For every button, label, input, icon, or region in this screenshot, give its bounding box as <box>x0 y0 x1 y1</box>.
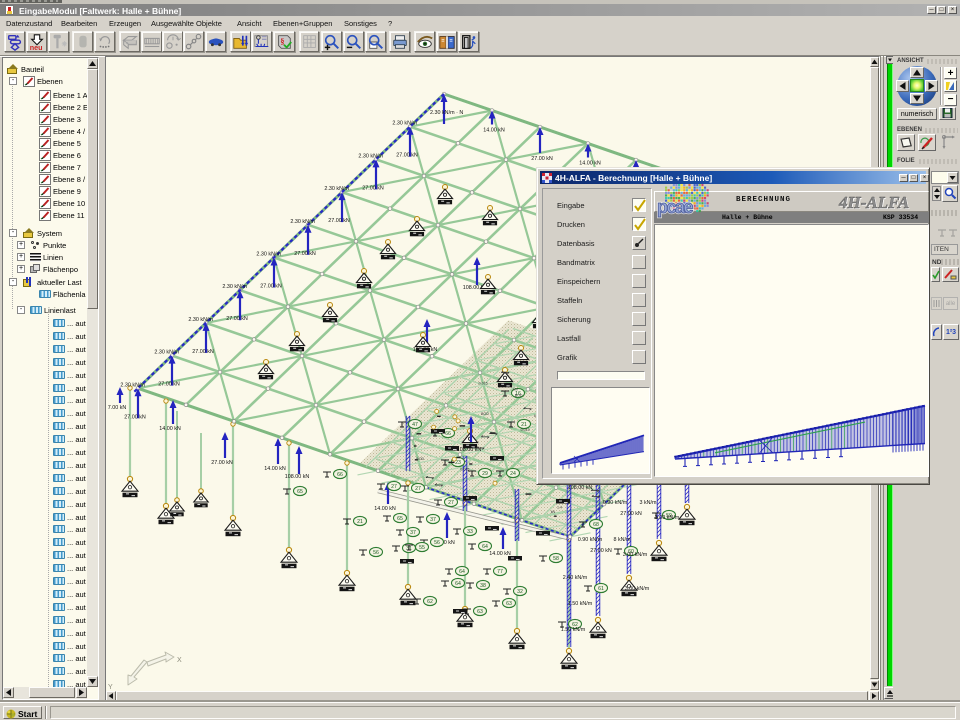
svg-text:58: 58 <box>553 556 559 562</box>
svg-text:64: 64 <box>455 581 461 587</box>
svg-text:27.00 kN: 27.00 kN <box>192 349 214 355</box>
svg-text:1.50 kN/m: 1.50 kN/m <box>568 601 593 607</box>
svg-text:14.00 kN: 14.00 kN <box>264 466 286 472</box>
svg-text:1.50 kN/m: 1.50 kN/m <box>561 627 586 633</box>
svg-text:1.4: 1.4 <box>557 505 562 509</box>
svg-text:3.00 kN/m: 3.00 kN/m <box>625 586 650 592</box>
svg-text:27.00 kN: 27.00 kN <box>362 185 384 191</box>
svg-text:27.00 kN: 27.00 kN <box>531 156 553 162</box>
svg-text:38: 38 <box>480 583 486 589</box>
svg-text:0.015: 0.015 <box>479 382 488 386</box>
svg-text:27.00 kN: 27.00 kN <box>294 251 316 257</box>
svg-text:21: 21 <box>521 422 527 428</box>
svg-text:2.30 kN/m: 2.30 kN/m <box>324 186 349 192</box>
svg-text:2.30 kN/m: 2.30 kN/m <box>256 252 281 258</box>
svg-text:27.00 kN: 27.00 kN <box>260 284 282 290</box>
svg-text:2.30 kN/m: 2.30 kN/m <box>290 219 315 225</box>
svg-text:61: 61 <box>598 586 604 592</box>
svg-text:2.30 kN/m: 2.30 kN/m <box>154 350 179 356</box>
svg-text:64: 64 <box>482 544 488 550</box>
svg-text:37: 37 <box>410 530 416 536</box>
svg-text:27.00 kN: 27.00 kN <box>226 316 248 322</box>
svg-text:2.30 kN/m · N: 2.30 kN/m · N <box>430 110 463 116</box>
svg-text:7.00 kN: 7.00 kN <box>108 405 127 411</box>
svg-text:2.40 kN/m: 2.40 kN/m <box>563 575 588 581</box>
svg-text:2.30 kN/m: 2.30 kN/m <box>120 382 145 388</box>
svg-text:47: 47 <box>412 422 418 428</box>
svg-text:0.90 kN/m: 0.90 kN/m <box>603 500 628 506</box>
svg-text:32: 32 <box>517 589 523 595</box>
svg-text:21: 21 <box>357 519 363 525</box>
svg-text:14.00 kN: 14.00 kN <box>159 426 181 432</box>
svg-text:27: 27 <box>391 484 397 490</box>
svg-text:65: 65 <box>297 489 303 495</box>
svg-text:27: 27 <box>415 486 421 492</box>
svg-text:27.00 kN: 27.00 kN <box>211 460 233 466</box>
svg-text:8 kN/m: 8 kN/m <box>613 537 631 543</box>
svg-text:3 kN/m: 3 kN/m <box>639 500 657 506</box>
svg-text:55: 55 <box>419 545 425 551</box>
svg-text:4H-ALFA: 4H-ALFA <box>838 193 909 212</box>
svg-text:62: 62 <box>427 599 433 605</box>
svg-text:BOD: BOD <box>481 412 489 416</box>
svg-text:27.00 kN: 27.00 kN <box>396 153 418 159</box>
svg-text:3.00 kN/m: 3.00 kN/m <box>623 552 648 558</box>
svg-text:§: § <box>280 37 284 46</box>
svg-text:neu: neu <box>30 43 43 51</box>
svg-text:pcae: pcae <box>657 197 694 217</box>
svg-text:14.00 kN: 14.00 kN <box>579 161 601 167</box>
svg-text:65: 65 <box>397 516 403 522</box>
svg-text:66: 66 <box>445 431 451 437</box>
svg-text:108.00 kN: 108.00 kN <box>457 447 482 453</box>
svg-text:56: 56 <box>373 550 379 556</box>
svg-text:14.00 kN: 14.00 kN <box>374 506 396 512</box>
svg-text:Y: Y <box>108 684 113 691</box>
svg-text:0.015: 0.015 <box>521 428 530 432</box>
svg-text:kN: kN <box>513 387 518 391</box>
svg-text:37: 37 <box>430 517 436 523</box>
svg-text:64: 64 <box>459 569 465 575</box>
svg-text:X: X <box>177 657 182 664</box>
svg-text:33: 33 <box>467 529 473 535</box>
svg-text:kN: kN <box>551 510 556 514</box>
svg-text:63: 63 <box>477 609 483 615</box>
svg-text:27.00 kN: 27.00 kN <box>158 382 180 388</box>
svg-text:68: 68 <box>593 522 599 528</box>
svg-text:14.00 kN: 14.00 kN <box>483 128 505 134</box>
svg-text:2.30 kN/m: 2.30 kN/m <box>222 284 247 290</box>
svg-text:BOD: BOD <box>515 393 523 397</box>
svg-text:2.30 kN/m: 2.30 kN/m <box>188 317 213 323</box>
svg-text:2.30 kN/m: 2.30 kN/m <box>358 153 383 159</box>
svg-text:BOD: BOD <box>416 457 424 461</box>
svg-text:108.00 kN: 108.00 kN <box>285 474 310 480</box>
svg-text:0.90 kN/m: 0.90 kN/m <box>578 537 603 543</box>
svg-text:63: 63 <box>506 601 512 607</box>
svg-text:27.00 kN: 27.00 kN <box>124 414 146 420</box>
svg-text:77: 77 <box>497 569 503 575</box>
svg-text:27.00 kN: 27.00 kN <box>620 511 642 517</box>
svg-text:29: 29 <box>482 471 488 477</box>
svg-text:14.00 kN: 14.00 kN <box>489 551 511 557</box>
svg-text:0.015: 0.015 <box>460 468 469 472</box>
svg-text:24: 24 <box>510 471 516 477</box>
svg-text:27.00 kN: 27.00 kN <box>328 218 350 224</box>
svg-text:27: 27 <box>448 500 454 506</box>
svg-text:56: 56 <box>434 540 440 546</box>
svg-text:66: 66 <box>337 472 343 478</box>
svg-text:27.00 kN: 27.00 kN <box>590 548 612 554</box>
svg-text:3.00 kN/m: 3.00 kN/m <box>655 515 680 521</box>
svg-text:108.00 kN: 108.00 kN <box>568 485 593 491</box>
svg-text:2.30 kN/m: 2.30 kN/m <box>392 121 417 127</box>
